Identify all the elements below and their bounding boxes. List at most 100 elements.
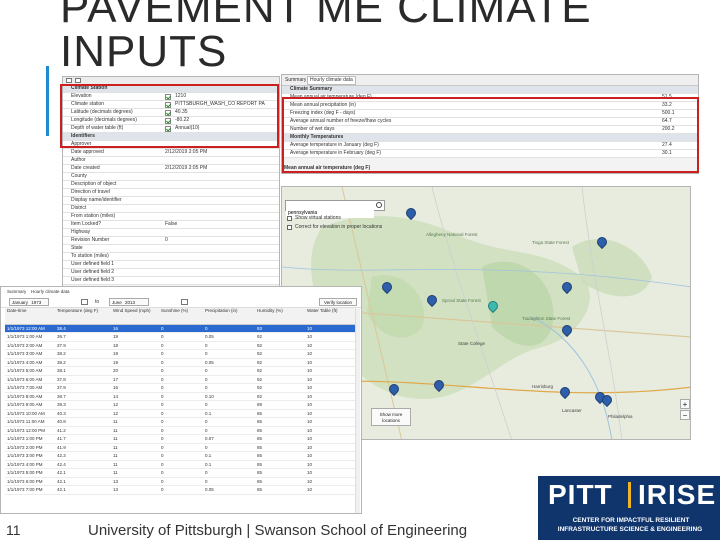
table-row[interactable]: 1/1/1973 9:00 AM 39.3 12 0 0 89 10 (5, 400, 357, 410)
table-row[interactable]: 1/1/1973 7:00 PM 42.1 13 0 0.05 85 10 (5, 485, 357, 495)
table-cell[interactable]: 1/1/1973 8:00 AM (5, 392, 55, 401)
table-cell[interactable]: 10 (305, 409, 357, 418)
table-cell[interactable]: 1/1/1973 1:00 PM (5, 434, 55, 444)
table-cell[interactable]: 39.3 (55, 400, 111, 410)
table-cell[interactable]: 38.2 (55, 349, 111, 359)
table-cell[interactable]: 37.9 (55, 383, 111, 393)
search-icon[interactable] (376, 202, 382, 208)
table-cell[interactable]: 0 (159, 383, 203, 393)
table-cell[interactable]: 92 (255, 375, 305, 384)
table-cell[interactable]: 0 (159, 349, 203, 359)
table-cell[interactable]: 0 (159, 468, 203, 478)
show-more-locations-button[interactable]: Show more locations (371, 408, 411, 426)
table-cell[interactable]: 11 (111, 468, 159, 478)
table-cell[interactable]: 10 (305, 485, 357, 495)
table-cell[interactable]: 92 (255, 341, 305, 350)
column-header[interactable]: Water Table (ft) (305, 308, 357, 325)
table-cell[interactable]: 85 (255, 485, 305, 495)
table-cell[interactable]: 85 (255, 477, 305, 486)
table-cell[interactable]: 11 (111, 417, 159, 427)
table-cell[interactable]: 0 (203, 366, 255, 376)
show-virtual-stations-checkbox[interactable] (287, 216, 292, 221)
table-row[interactable]: 1/1/1973 3:00 PM 42.3 11 0 0.1 85 10 (5, 451, 357, 461)
table-row[interactable]: 1/1/1973 2:00 PM 41.9 11 0 0 85 10 (5, 443, 357, 452)
table-cell[interactable]: 11 (111, 434, 159, 444)
table-cell[interactable]: 85 (255, 451, 305, 461)
table-cell[interactable]: 40.8 (55, 417, 111, 427)
table-row[interactable]: 1/1/1973 8:00 AM 38.7 14 0 0.10 92 10 (5, 392, 357, 401)
table-cell[interactable]: 1/1/1973 4:00 AM (5, 358, 55, 367)
to-month-select[interactable]: June 2013 (109, 298, 149, 306)
station-pin[interactable] (562, 282, 570, 292)
property-row[interactable]: Date approved 2/12/2019 2:05 PM (63, 149, 279, 157)
table-cell[interactable]: 85 (255, 443, 305, 452)
table-cell[interactable]: 1/1/1973 12:00 PM (5, 426, 55, 435)
table-cell[interactable]: 0 (203, 426, 255, 435)
table-cell[interactable]: 13 (111, 477, 159, 486)
table-row[interactable]: 1/1/1973 11:00 AM 40.8 11 0 0 85 10 (5, 417, 357, 427)
table-cell[interactable]: 0.05 (203, 332, 255, 342)
station-pin[interactable] (597, 237, 605, 247)
table-cell[interactable]: 0 (159, 324, 203, 333)
table-cell[interactable]: 11 (111, 426, 159, 435)
table-row[interactable]: 1/1/1973 3:00 AM 38.2 19 0 0 92 10 (5, 349, 357, 359)
table-cell[interactable]: 10 (305, 417, 357, 427)
tab-summary[interactable]: Summary (285, 77, 306, 84)
zoom-out-button[interactable]: − (680, 410, 690, 420)
table-cell[interactable]: 92 (255, 366, 305, 376)
table-cell[interactable]: 38.4 (55, 324, 111, 333)
station-pin[interactable] (406, 208, 414, 218)
table-row[interactable]: 1/1/1973 6:00 AM 37.8 17 0 0 92 10 (5, 375, 357, 384)
table-cell[interactable]: 1/1/1973 2:00 PM (5, 443, 55, 452)
table-cell[interactable]: 0 (159, 417, 203, 427)
zoom-in-button[interactable]: + (680, 399, 690, 409)
table-cell[interactable]: 0.05 (203, 485, 255, 495)
table-cell[interactable]: 0 (203, 468, 255, 478)
table-cell[interactable]: 42.3 (55, 451, 111, 461)
table-cell[interactable]: 92 (255, 349, 305, 359)
table-cell[interactable]: 0 (159, 332, 203, 342)
calendar-icon[interactable] (81, 299, 88, 305)
property-row[interactable]: State (63, 245, 279, 253)
station-pin[interactable] (427, 295, 435, 305)
table-cell[interactable]: 0.1 (203, 409, 255, 418)
table-cell[interactable]: 18 (111, 341, 159, 350)
table-cell[interactable]: 0 (159, 443, 203, 452)
table-cell[interactable]: 11 (111, 451, 159, 461)
table-cell[interactable]: 38.1 (55, 366, 111, 376)
table-cell[interactable]: 0 (203, 349, 255, 359)
table-row[interactable]: 1/1/1973 1:00 PM 41.7 11 0 0.07 85 10 (5, 434, 357, 444)
table-row[interactable]: 1/1/1973 12:00 PM 41.2 11 0 0 85 10 (5, 426, 357, 435)
property-row[interactable]: District (63, 205, 279, 213)
table-cell[interactable]: 1/1/1973 11:00 AM (5, 417, 55, 427)
hourly-tab-summary[interactable]: Summary (7, 288, 26, 295)
table-cell[interactable]: 0 (159, 460, 203, 469)
table-cell[interactable]: 41.7 (55, 434, 111, 444)
table-cell[interactable]: 89 (255, 400, 305, 410)
map-search-box[interactable] (285, 200, 385, 218)
property-row[interactable]: Highway (63, 229, 279, 237)
table-cell[interactable]: 85 (255, 460, 305, 469)
table-cell[interactable]: 0 (203, 443, 255, 452)
tab-hourly-climate-data[interactable]: Hourly climate data (307, 76, 356, 85)
property-row[interactable]: Item Locked? False (63, 221, 279, 229)
table-cell[interactable]: 0 (159, 358, 203, 367)
station-pin[interactable] (434, 380, 442, 390)
table-cell[interactable]: 85 (255, 468, 305, 478)
table-cell[interactable]: 40.3 (55, 409, 111, 418)
table-cell[interactable]: 0 (159, 409, 203, 418)
property-row[interactable]: Description of object (63, 181, 279, 189)
table-cell[interactable]: 37.8 (55, 375, 111, 384)
table-cell[interactable]: 0 (159, 451, 203, 461)
table-cell[interactable]: 13 (111, 485, 159, 495)
table-cell[interactable]: 16 (111, 383, 159, 393)
table-cell[interactable]: 85 (255, 426, 305, 435)
property-row[interactable]: To station (miles) (63, 253, 279, 261)
table-cell[interactable]: 12 (111, 409, 159, 418)
table-row[interactable]: 1/1/1973 4:00 AM 38.2 19 0 0.05 92 10 (5, 358, 357, 367)
station-pin[interactable] (389, 384, 397, 394)
table-cell[interactable]: 12 (111, 400, 159, 410)
table-cell[interactable]: 1/1/1973 7:00 AM (5, 383, 55, 393)
table-cell[interactable]: 19 (111, 332, 159, 342)
table-cell[interactable]: 10 (305, 468, 357, 478)
